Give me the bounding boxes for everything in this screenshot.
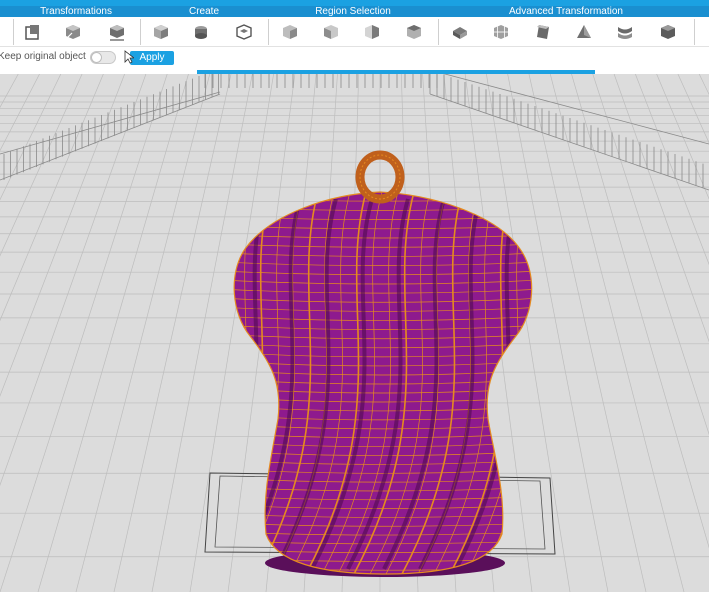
group-label-region-selection: Region Selection: [315, 6, 391, 17]
wire-strand: [50, 192, 110, 574]
cube-select-region-icon: [407, 25, 421, 39]
wire-strand: [234, 192, 239, 574]
twist-button[interactable]: [532, 21, 554, 43]
insert-cube-button[interactable]: [233, 21, 255, 43]
cube-dark-icon: [661, 25, 675, 39]
align-button[interactable]: [106, 21, 128, 43]
wire-strand: [0, 192, 46, 574]
grid-line: [0, 74, 40, 152]
bend-button[interactable]: [614, 21, 636, 43]
wire-strand: [529, 192, 532, 574]
3d-viewport[interactable]: [0, 74, 709, 592]
transform-button[interactable]: [22, 21, 44, 43]
wire-strand: [130, 192, 190, 574]
create-shape-button[interactable]: [190, 21, 212, 43]
grid-line: [656, 74, 709, 200]
toggle-knob: [91, 52, 102, 63]
scale-button[interactable]: [62, 21, 84, 43]
select-half-button[interactable]: [361, 21, 383, 43]
wire-strand: [34, 192, 94, 574]
cube-select-face-icon: [324, 25, 338, 39]
group-separator: [438, 19, 439, 45]
wire-strand: [114, 192, 174, 574]
apply-button[interactable]: Apply: [130, 51, 174, 65]
wire-strand: [146, 192, 206, 574]
wire-strand: [98, 192, 158, 574]
shape-create-icon: [195, 26, 207, 39]
keep-original-label: Keep original object: [0, 51, 86, 62]
fence-rail: [0, 91, 221, 155]
fence-rail: [0, 93, 221, 181]
taper-icon: [577, 25, 591, 38]
bend-icon: [618, 27, 632, 39]
group-separator: [13, 19, 14, 45]
select-region-button[interactable]: [403, 21, 425, 43]
app-window: Transformations Create Region Selection …: [0, 0, 709, 592]
bell-model[interactable]: [0, 150, 660, 577]
grid-line: [151, 74, 253, 592]
grid-line: [528, 74, 647, 592]
grid-line: [0, 74, 83, 257]
grid-line: [0, 74, 104, 322]
cube-create-icon: [154, 25, 168, 39]
ribbon-toolbar: Transformations Create Region Selection …: [0, 0, 709, 74]
wire-strand: [562, 192, 622, 574]
group-separator: [268, 19, 269, 45]
wire-strand: [18, 192, 78, 574]
transform-icon: [25, 25, 39, 40]
cube-grid-icon: [494, 25, 508, 39]
extrude-button[interactable]: [449, 21, 471, 43]
group-label-advanced-transformation: Advanced Transformation: [509, 6, 623, 17]
grid-line: [75, 74, 211, 592]
grid-line: [0, 74, 168, 592]
twist-icon: [537, 25, 549, 39]
create-cube-button[interactable]: [150, 21, 172, 43]
progress-fill: [197, 70, 595, 74]
wire-strand: [546, 192, 606, 574]
cube-select-half-icon: [365, 25, 379, 39]
taper-button[interactable]: [573, 21, 595, 43]
grid-button[interactable]: [490, 21, 512, 43]
viewport-canvas: [0, 74, 709, 592]
cube-scale-icon: [66, 25, 80, 39]
cube-align-icon: [110, 25, 124, 41]
grid-line: [677, 74, 709, 144]
dark-cube-button[interactable]: [657, 21, 679, 43]
cube-select-icon: [283, 25, 297, 39]
group-separator: [140, 19, 141, 45]
wire-strand: [66, 192, 126, 574]
ribbon-tool-row: [0, 17, 709, 47]
grid-line: [698, 74, 709, 96]
grid-line: [507, 74, 609, 592]
extrude-icon: [453, 27, 467, 39]
wire-strand: [513, 192, 532, 574]
group-separator: [694, 19, 695, 45]
wire-strand: [2, 192, 62, 574]
select-cube-button[interactable]: [279, 21, 301, 43]
select-face-button[interactable]: [320, 21, 342, 43]
options-row: Keep original object Apply: [0, 47, 709, 69]
group-label-transformations: Transformations: [40, 6, 112, 17]
bell-body: [234, 192, 532, 574]
grid-line: [592, 74, 709, 436]
wire-strand: [82, 192, 142, 574]
grid-line: [37, 74, 189, 592]
mouse-pointer-icon: [124, 50, 134, 64]
wire-strand: [234, 192, 271, 574]
grid-line: [549, 74, 685, 592]
wire-strand: [162, 192, 222, 574]
group-label-create: Create: [188, 6, 219, 17]
grid-line: [113, 74, 232, 592]
ribbon-group-labels: Transformations Create Region Selection …: [0, 6, 709, 17]
cube-insert-icon: [236, 24, 252, 40]
keep-original-toggle[interactable]: [90, 51, 116, 64]
